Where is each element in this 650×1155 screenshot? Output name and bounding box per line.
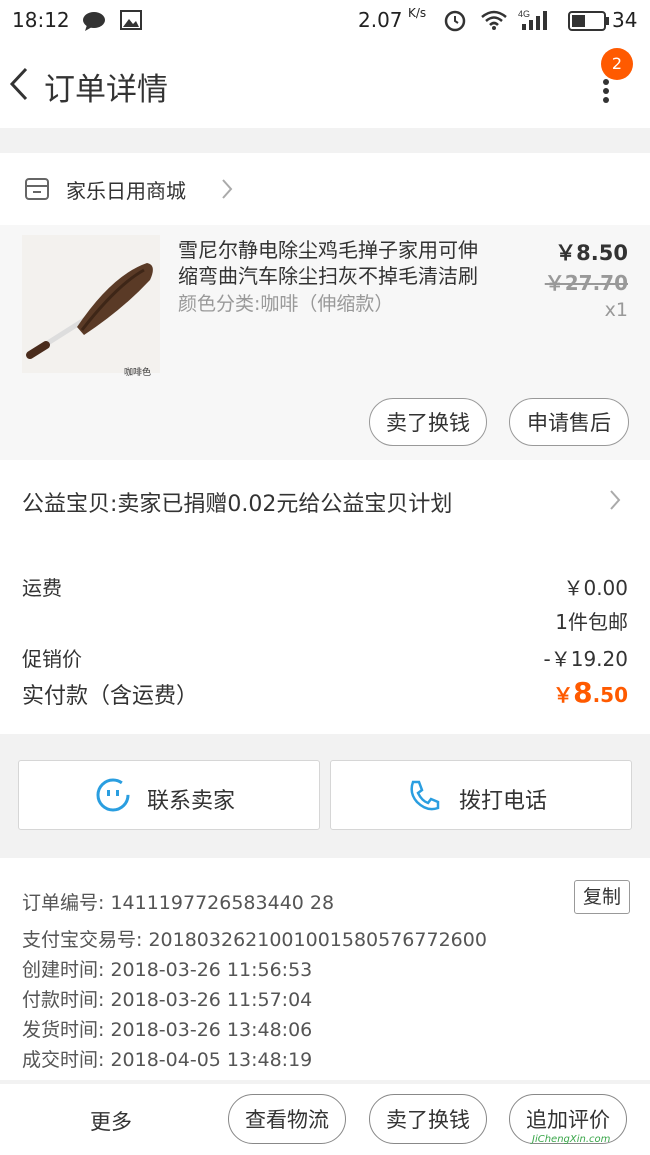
- created-row: 创建时间: 2018-03-26 11:56:53: [22, 959, 313, 981]
- sell-for-cash-bottom-button[interactable]: 卖了换钱: [369, 1094, 487, 1144]
- order-number: 1411197726583440 28: [110, 892, 335, 914]
- shop-row[interactable]: 家乐日用商城: [0, 153, 650, 225]
- svg-text:4G: 4G: [518, 9, 530, 19]
- request-after-sales-button[interactable]: 申请售后: [509, 398, 629, 446]
- product-quantity: x1: [604, 299, 628, 321]
- fee-summary: 运费 ￥0.00 1件包邮 促销价 -￥19.20 实付款（含运费） ￥8.50: [0, 542, 650, 734]
- product-image[interactable]: 咖啡色: [22, 235, 160, 378]
- network-speed-unit: K/s: [408, 6, 427, 20]
- order-number-row: 订单编号: 1411197726583440 28: [22, 892, 335, 914]
- shipping-note: 1件包邮: [555, 610, 628, 634]
- network-speed: 2.07: [358, 8, 403, 32]
- shop-name: 家乐日用商城: [66, 179, 186, 203]
- closed-row: 成交时间: 2018-04-05 13:48:19: [22, 1049, 313, 1071]
- status-time: 18:12: [12, 8, 70, 32]
- header: 订单详情 2: [0, 40, 650, 128]
- alarm-icon: [443, 8, 467, 36]
- charity-text: 公益宝贝:卖家已捐赠0.02元给公益宝贝计划: [22, 492, 453, 517]
- order-info: 订单编号: 1411197726583440 28 复制 支付宝交易号: 201…: [0, 858, 650, 1080]
- battery-level: 34: [612, 8, 638, 32]
- watermark: JiChengXin.com: [532, 1134, 611, 1145]
- chevron-right-icon: [220, 177, 234, 205]
- product-title-line2: 缩弯曲汽车除尘扫灰不掉毛清洁刷: [178, 264, 478, 288]
- image-notification-icon: [120, 10, 142, 34]
- more-menu-icon[interactable]: [600, 76, 612, 110]
- chevron-right-icon: [608, 488, 622, 516]
- product-title-line1: 雪尼尔静电除尘鸡毛掸子家用可伸: [178, 238, 478, 262]
- contact-seller-label: 联系卖家: [147, 789, 236, 814]
- copy-button[interactable]: 复制: [574, 880, 630, 914]
- product-price: ￥8.50: [555, 241, 628, 265]
- contact-bar: 联系卖家 拨打电话: [0, 748, 650, 842]
- store-icon: [24, 177, 50, 205]
- image-caption: 咖啡色: [124, 368, 152, 378]
- charity-row[interactable]: 公益宝贝:卖家已捐赠0.02元给公益宝贝计划: [0, 460, 650, 542]
- wifi-icon: [480, 9, 508, 35]
- paid-row: 付款时间: 2018-03-26 11:57:04: [22, 989, 313, 1011]
- view-logistics-button[interactable]: 查看物流: [228, 1094, 346, 1144]
- product-card[interactable]: 咖啡色 雪尼尔静电除尘鸡毛掸子家用可伸 缩弯曲汽车除尘扫灰不掉毛清洁刷 颜色分类…: [0, 225, 650, 460]
- phone-icon: [407, 779, 441, 817]
- notification-badge: 2: [601, 48, 633, 80]
- chat-notification-icon: [82, 11, 106, 35]
- shipping-label: 运费: [22, 576, 62, 600]
- paid-amount: ￥8.50: [553, 676, 628, 709]
- product-sku: 颜色分类:咖啡（伸缩款）: [178, 293, 394, 315]
- call-label: 拨打电话: [459, 789, 548, 814]
- chat-face-icon: [95, 777, 131, 817]
- back-arrow-icon[interactable]: [8, 66, 30, 106]
- signal-icon: 4G: [518, 8, 554, 36]
- alipay-row: 支付宝交易号: 2018032621001001580576772600: [22, 929, 487, 951]
- shipped-row: 发货时间: 2018-03-26 13:48:06: [22, 1019, 313, 1041]
- promo-label: 促销价: [22, 647, 82, 671]
- sell-for-cash-button[interactable]: 卖了换钱: [369, 398, 487, 446]
- more-button[interactable]: 更多: [90, 1106, 132, 1136]
- bottom-action-bar: 更多 查看物流 卖了换钱 追加评价 JiChengXin.com: [0, 1084, 650, 1155]
- paid-label: 实付款（含运费）: [22, 684, 199, 709]
- status-bar: 18:12 2.07 K/s 4G 34: [0, 0, 650, 40]
- call-button[interactable]: 拨打电话: [330, 760, 632, 830]
- contact-seller-button[interactable]: 联系卖家: [18, 760, 320, 830]
- product-original-price: ￥27.70: [544, 271, 628, 295]
- shipping-value: ￥0.00: [563, 576, 628, 600]
- battery-icon: [568, 10, 610, 36]
- page-title: 订单详情: [44, 72, 168, 108]
- promo-value: -￥19.20: [543, 647, 628, 671]
